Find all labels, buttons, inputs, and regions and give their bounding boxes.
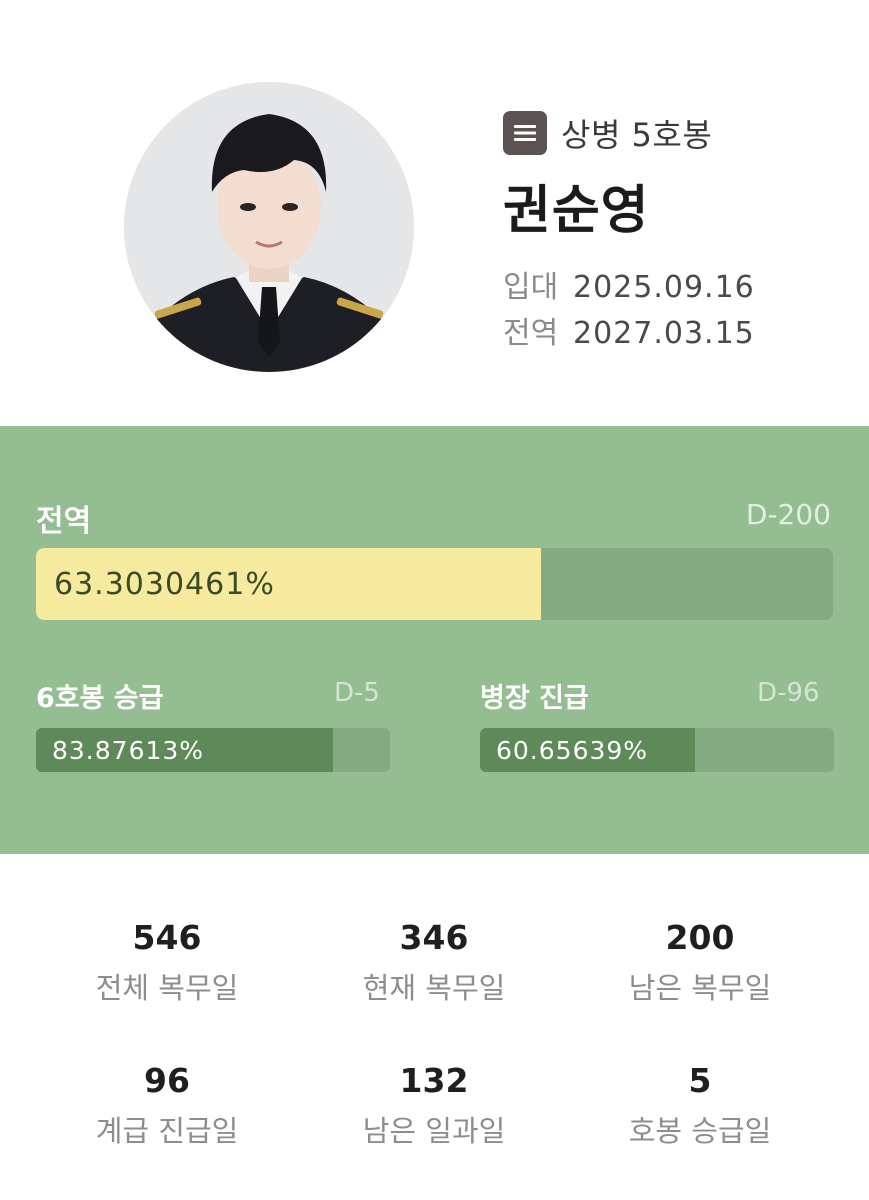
discharge-label: 전역 [503, 316, 559, 351]
stat-value: 546 [132, 918, 202, 957]
stat-value: 200 [665, 918, 735, 957]
discharge-dday: D-200 [745, 498, 831, 531]
stat-label: 전체 복무일 [95, 971, 239, 1005]
profile-photo-image [124, 82, 414, 372]
stat-value: 96 [144, 1061, 190, 1100]
step-promotion-title: 6호봉 승급 [36, 683, 164, 714]
stat-rank-promotion-days: 96 계급 진급일 [34, 1061, 300, 1149]
profile-photo[interactable] [124, 82, 414, 372]
discharge-date: 2027.03.15 [573, 316, 755, 351]
enlist-date-row: 입대 2025.09.16 [503, 262, 755, 306]
stat-label: 호봉 승급일 [628, 1114, 772, 1148]
step-promotion-percent: 83.87613% [52, 735, 205, 765]
stat-remaining-workdays: 132 남은 일과일 [301, 1061, 567, 1149]
soldier-name: 권순영 [503, 181, 650, 241]
stat-label: 현재 복무일 [362, 971, 506, 1005]
discharge-progress-title: 전역 [36, 504, 92, 539]
stat-value: 346 [399, 918, 469, 957]
rank-promotion-bar: 60.65639% [480, 728, 834, 772]
step-promotion-dday: D-5 [334, 678, 380, 708]
stat-served-days: 346 현재 복무일 [301, 918, 567, 1006]
step-promotion-bar: 83.87613% [36, 728, 390, 772]
discharge-date-row: 전역 2027.03.15 [503, 308, 755, 352]
stat-total-days: 546 전체 복무일 [34, 918, 300, 1006]
enlist-label: 입대 [503, 270, 559, 305]
stat-step-promotion-days: 5 호봉 승급일 [567, 1061, 833, 1149]
stat-value: 132 [399, 1061, 469, 1100]
stat-label: 남은 일과일 [362, 1114, 506, 1148]
list-icon[interactable] [503, 111, 547, 155]
stat-value: 5 [688, 1061, 712, 1100]
rank-row: 상병 5호봉 [503, 110, 712, 156]
discharge-progress-bar: 63.3030461% [36, 548, 833, 620]
rank-promotion-title: 병장 진급 [480, 683, 589, 714]
rank-label: 상병 5호봉 [561, 116, 713, 154]
stat-remaining-days: 200 남은 복무일 [567, 918, 833, 1006]
discharge-progress-percent: 63.3030461% [54, 566, 275, 602]
stat-label: 남은 복무일 [628, 971, 772, 1005]
rank-promotion-dday: D-96 [757, 678, 820, 708]
rank-promotion-percent: 60.65639% [496, 735, 649, 765]
progress-panel [0, 426, 869, 854]
enlist-date: 2025.09.16 [573, 270, 755, 305]
stat-label: 계급 진급일 [95, 1114, 239, 1148]
soldier-profile-screen: 상병 5호봉 권순영 입대 2025.09.16 전역 2027.03.15 전… [0, 0, 869, 1200]
